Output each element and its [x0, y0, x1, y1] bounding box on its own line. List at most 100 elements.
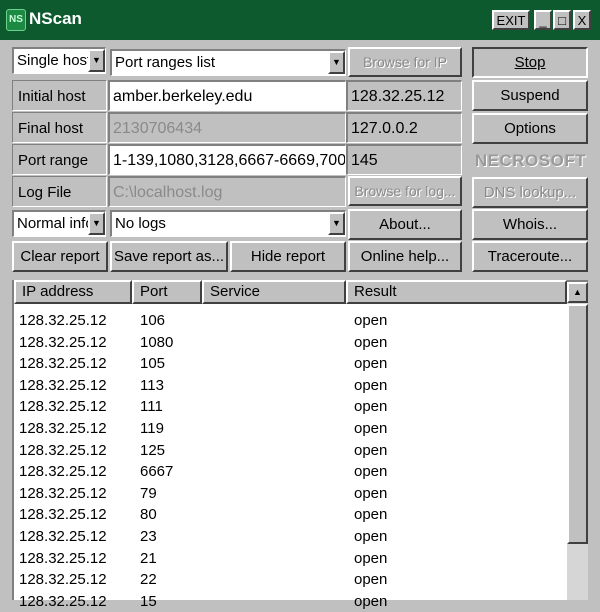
cell-port: 111	[140, 398, 163, 416]
cell-port: 119	[140, 419, 164, 437]
exit-button[interactable]: EXIT	[492, 10, 530, 30]
column-header-service[interactable]: Service	[202, 280, 346, 304]
port-range-input[interactable]: 1-139,1080,3128,6667-6669,7000	[108, 144, 346, 175]
save-report-button[interactable]: Save report as...	[110, 241, 228, 272]
maximize-button[interactable]: □	[553, 10, 571, 30]
port-source-value: Port ranges list	[115, 54, 216, 71]
cell-port: 1080	[140, 333, 174, 351]
stop-button[interactable]: Stop	[472, 47, 588, 78]
chevron-down-icon[interactable]: ▼	[88, 212, 105, 235]
dns-lookup-button[interactable]: DNS lookup...	[472, 177, 588, 208]
table-row[interactable]: 128.32.25.12 21 open	[14, 548, 564, 570]
chevron-down-icon[interactable]: ▼	[88, 49, 105, 72]
table-row[interactable]: 128.32.25.12 1080 open	[14, 332, 564, 354]
cell-result: open	[354, 355, 388, 373]
suspend-button[interactable]: Suspend	[472, 80, 588, 111]
cell-ip: 128.32.25.12	[19, 312, 107, 329]
cell-ip: 128.32.25.12	[19, 398, 107, 416]
cell-port: 79	[140, 484, 157, 502]
cell-result: open	[354, 376, 388, 394]
scan-mode-value: Single host	[17, 52, 92, 69]
table-row[interactable]: 128.32.25.12 15 open	[14, 591, 564, 612]
cell-result: open	[354, 398, 388, 416]
cell-ip: 128.32.25.12	[19, 549, 107, 567]
close-button[interactable]: X	[573, 10, 591, 30]
cell-ip: 128.32.25.12	[19, 355, 107, 373]
table-row[interactable]: 128.32.25.12 125 open	[14, 440, 564, 462]
table-row[interactable]: 128.32.25.12 119 open	[14, 418, 564, 440]
whois-button[interactable]: Whois...	[472, 209, 588, 240]
options-button[interactable]: Options	[472, 113, 588, 144]
online-help-button[interactable]: Online help...	[348, 241, 462, 272]
traceroute-button[interactable]: Traceroute...	[472, 241, 588, 272]
scrollbar-thumb[interactable]	[567, 304, 588, 544]
scan-mode-select[interactable]: Single host ▼	[12, 47, 106, 74]
cell-ip: 128.32.25.12	[19, 571, 107, 589]
column-header-ip[interactable]: IP address	[14, 280, 132, 304]
table-row[interactable]: 128.32.25.12 113 open	[14, 375, 564, 397]
app-logo-icon: NS	[6, 9, 26, 31]
cell-port: 113	[140, 376, 164, 394]
browse-ip-list-button[interactable]: Browse for IP list...	[348, 47, 462, 96]
initial-host-ip: 128.32.25.12	[346, 80, 462, 111]
table-row[interactable]: 128.32.25.12 80 open	[14, 504, 564, 526]
scroll-up-arrow-icon[interactable]: ▲	[567, 282, 588, 303]
column-header-result[interactable]: Result	[346, 280, 567, 304]
port-count: 145	[346, 144, 462, 175]
cell-result: open	[354, 441, 388, 459]
cell-result: open	[354, 333, 388, 351]
table-row[interactable]: 128.32.25.12 22 open	[14, 569, 564, 591]
stop-label: Stop	[514, 54, 546, 71]
final-host-label: Final host	[12, 112, 107, 143]
cell-ip: 128.32.25.12	[19, 333, 107, 351]
cell-result: open	[354, 527, 388, 545]
cell-result: open	[354, 549, 388, 567]
cell-ip: 128.32.25.12	[19, 441, 107, 459]
log-file-input[interactable]: C:\localhost.log	[108, 176, 346, 207]
table-row[interactable]: 128.32.25.12 79 open	[14, 483, 564, 505]
about-button[interactable]: About...	[348, 209, 462, 240]
hide-report-button[interactable]: Hide report	[230, 241, 346, 272]
minimize-button[interactable]: _	[534, 10, 552, 30]
cell-ip: 128.32.25.12	[19, 376, 107, 394]
results-rows: 128.32.25.12 106 open 128.32.25.12 1080 open 1…	[14, 310, 564, 612]
info-level-value: Normal info	[17, 215, 94, 232]
final-host-input[interactable]: 2130706434	[108, 112, 346, 143]
chevron-down-icon[interactable]: ▼	[328, 212, 345, 235]
cell-port: 105	[140, 355, 166, 373]
necrosoft-logo: NECROSOFT	[474, 151, 587, 170]
table-row[interactable]: 128.32.25.12 111 open	[14, 396, 564, 418]
port-source-select[interactable]: Port ranges list ▼	[110, 49, 346, 76]
cell-result: open	[354, 484, 388, 502]
table-row[interactable]: 128.32.25.12 6667 open	[14, 461, 564, 483]
log-file-label: Log File	[12, 176, 107, 207]
browse-log-button[interactable]: Browse for log...	[348, 176, 462, 206]
cell-port: 15	[140, 592, 157, 610]
table-row[interactable]: 128.32.25.12 105 open	[14, 353, 564, 375]
info-level-select[interactable]: Normal info ▼	[12, 210, 106, 237]
cell-result: open	[354, 592, 388, 610]
table-row[interactable]: 128.32.25.12 23 open	[14, 526, 564, 548]
chevron-down-icon[interactable]: ▼	[328, 51, 345, 74]
cell-ip: 128.32.25.12	[19, 506, 107, 524]
table-row[interactable]: 128.32.25.12 106 open	[14, 310, 564, 332]
cell-ip: 128.32.25.12	[19, 419, 107, 437]
cell-result: open	[354, 463, 388, 481]
log-mode-select[interactable]: No logs ▼	[110, 210, 346, 237]
cell-port: 6667	[140, 463, 174, 481]
final-host-ip: 127.0.0.2	[346, 112, 462, 143]
initial-host-input[interactable]: amber.berkeley.edu	[108, 80, 346, 111]
initial-host-label: Initial host	[12, 80, 107, 111]
cell-result: open	[354, 571, 388, 589]
clear-report-button[interactable]: Clear report	[12, 241, 108, 272]
log-mode-value: No logs	[115, 215, 166, 232]
window-title: NScan	[29, 9, 82, 28]
cell-ip: 128.32.25.12	[19, 484, 107, 502]
cell-ip: 128.32.25.12	[19, 592, 107, 610]
cell-port: 125	[140, 441, 166, 459]
cell-result: open	[354, 419, 388, 437]
column-header-port[interactable]: Port	[132, 280, 202, 304]
port-range-label: Port range	[12, 144, 107, 175]
cell-ip: 128.32.25.12	[19, 527, 107, 545]
cell-port: 106	[140, 312, 166, 329]
